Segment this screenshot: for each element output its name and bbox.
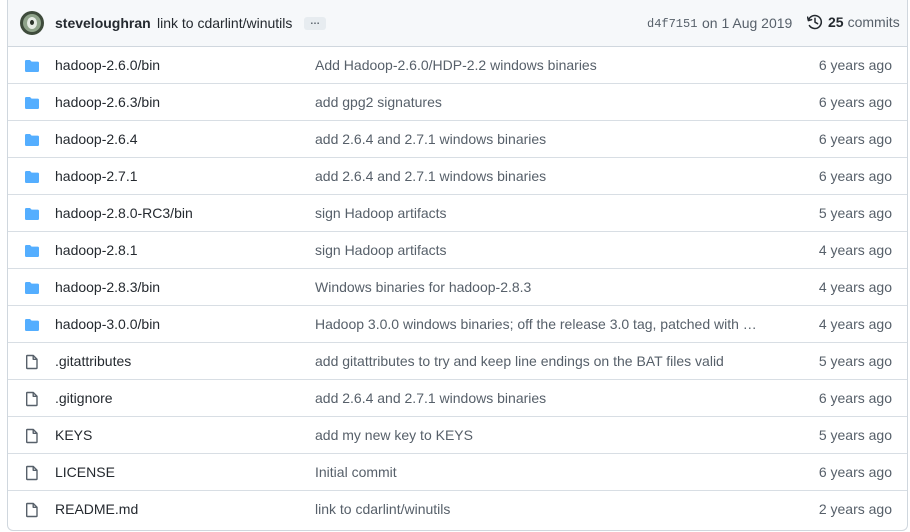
file-icon: [24, 465, 40, 481]
file-row[interactable]: README.md link to cdarlint/winutils 2 year…: [8, 491, 907, 528]
file-name-link[interactable]: hadoop-2.6.3/bin: [55, 94, 160, 110]
commit-age: 4 years ago: [818, 242, 892, 258]
file-row[interactable]: hadoop-2.8.3/bin Windows binaries for had…: [8, 269, 907, 306]
commit-age: 5 years ago: [818, 353, 892, 369]
commit-age: 6 years ago: [818, 168, 892, 184]
commit-age: 6 years ago: [818, 131, 892, 147]
file-row[interactable]: hadoop-2.8.0-RC3/bin sign Hadoop artifact…: [8, 195, 907, 232]
file-row[interactable]: LICENSE Initial commit 6 years ago: [8, 454, 907, 491]
commit-message-link[interactable]: link to cdarlint/winutils: [315, 501, 450, 517]
folder-icon: [24, 206, 40, 222]
file-row[interactable]: hadoop-2.6.0/bin Add Hadoop-2.6.0/HDP-2.2…: [8, 47, 907, 84]
commit-message-link[interactable]: add gitattributes to try and keep line e…: [315, 353, 724, 369]
file-name-link[interactable]: hadoop-2.6.0/bin: [55, 57, 160, 73]
commit-date: on 1 Aug 2019: [702, 15, 793, 31]
file-icon: [24, 502, 40, 518]
commit-message-link[interactable]: Add Hadoop-2.6.0/HDP-2.2 windows binarie…: [315, 57, 597, 73]
file-name-link[interactable]: hadoop-2.7.1: [55, 168, 138, 184]
folder-icon: [24, 58, 40, 74]
latest-commit-bar: steveloughran link to cdarlint/winutils …: [8, 0, 907, 47]
commit-message-link[interactable]: add 2.6.4 and 2.7.1 windows binaries: [315, 168, 546, 184]
file-icon: [24, 428, 40, 444]
folder-icon: [24, 243, 40, 259]
commit-message-link[interactable]: add gpg2 signatures: [315, 94, 442, 110]
file-name-link[interactable]: hadoop-3.0.0/bin: [55, 316, 160, 332]
commit-sha-link[interactable]: d4f7151: [647, 17, 697, 31]
file-icon: [24, 391, 40, 407]
commit-age: 4 years ago: [818, 316, 892, 332]
expand-commit-message-button[interactable]: …: [304, 17, 326, 30]
file-list: hadoop-2.6.0/bin Add Hadoop-2.6.0/HDP-2.2…: [8, 47, 907, 528]
commit-age: 5 years ago: [818, 205, 892, 221]
file-name-link[interactable]: .gitattributes: [55, 353, 131, 369]
folder-icon: [24, 317, 40, 333]
folder-icon: [24, 132, 40, 148]
file-name-link[interactable]: .gitignore: [55, 390, 113, 406]
commit-count: 25: [828, 14, 844, 30]
commit-message-link[interactable]: Windows binaries for hadoop-2.8.3: [315, 279, 531, 295]
commit-age: 6 years ago: [818, 390, 892, 406]
commit-message-link[interactable]: add 2.6.4 and 2.7.1 windows binaries: [315, 390, 546, 406]
file-name-link[interactable]: KEYS: [55, 427, 92, 443]
folder-icon: [24, 280, 40, 296]
commit-message-link[interactable]: Hadoop 3.0.0 windows binaries; off the r…: [315, 316, 755, 332]
folder-icon: [24, 95, 40, 111]
file-row[interactable]: hadoop-2.6.4 add 2.6.4 and 2.7.1 windows …: [8, 121, 907, 158]
file-name-link[interactable]: README.md: [55, 501, 138, 517]
commit-message-link[interactable]: sign Hadoop artifacts: [315, 205, 447, 221]
file-name-link[interactable]: hadoop-2.8.1: [55, 242, 138, 258]
file-row[interactable]: hadoop-2.7.1 add 2.6.4 and 2.7.1 windows …: [8, 158, 907, 195]
file-browser: steveloughran link to cdarlint/winutils …: [7, 0, 908, 531]
file-row[interactable]: .gitignore add 2.6.4 and 2.7.1 windows bi…: [8, 380, 907, 417]
commit-age: 6 years ago: [818, 464, 892, 480]
file-name-link[interactable]: hadoop-2.8.0-RC3/bin: [55, 205, 193, 221]
commit-age: 5 years ago: [818, 427, 892, 443]
commit-message-link[interactable]: Initial commit: [315, 464, 397, 480]
file-row[interactable]: hadoop-2.8.1 sign Hadoop artifacts 4 years…: [8, 232, 907, 269]
commit-age: 2 years ago: [818, 501, 892, 517]
commits-label: commits: [847, 14, 900, 30]
file-name-link[interactable]: LICENSE: [55, 464, 115, 480]
file-name-link[interactable]: hadoop-2.8.3/bin: [55, 279, 160, 295]
file-row[interactable]: KEYS add my new key to KEYS 5 years ago: [8, 417, 907, 454]
commit-message-link[interactable]: sign Hadoop artifacts: [315, 242, 447, 258]
file-row[interactable]: .gitattributes add gitattributes to try a…: [8, 343, 907, 380]
file-name-link[interactable]: hadoop-2.6.4: [55, 131, 138, 147]
commit-age: 4 years ago: [818, 279, 892, 295]
commit-age: 6 years ago: [818, 94, 892, 110]
file-icon: [24, 354, 40, 370]
file-row[interactable]: hadoop-2.6.3/bin add gpg2 signatures 6 yea…: [8, 84, 907, 121]
file-row[interactable]: hadoop-3.0.0/bin Hadoop 3.0.0 windows bin…: [8, 306, 907, 343]
commit-age: 6 years ago: [818, 57, 892, 73]
commit-author-link[interactable]: steveloughran: [55, 15, 151, 31]
avatar[interactable]: [20, 11, 44, 35]
commits-history-link[interactable]: 25 commits: [807, 14, 900, 30]
commit-message-link[interactable]: add my new key to KEYS: [315, 427, 473, 443]
commit-message-link[interactable]: link to cdarlint/winutils: [157, 15, 292, 31]
commit-message-link[interactable]: add 2.6.4 and 2.7.1 windows binaries: [315, 131, 546, 147]
folder-icon: [24, 169, 40, 185]
history-icon: [807, 14, 823, 30]
